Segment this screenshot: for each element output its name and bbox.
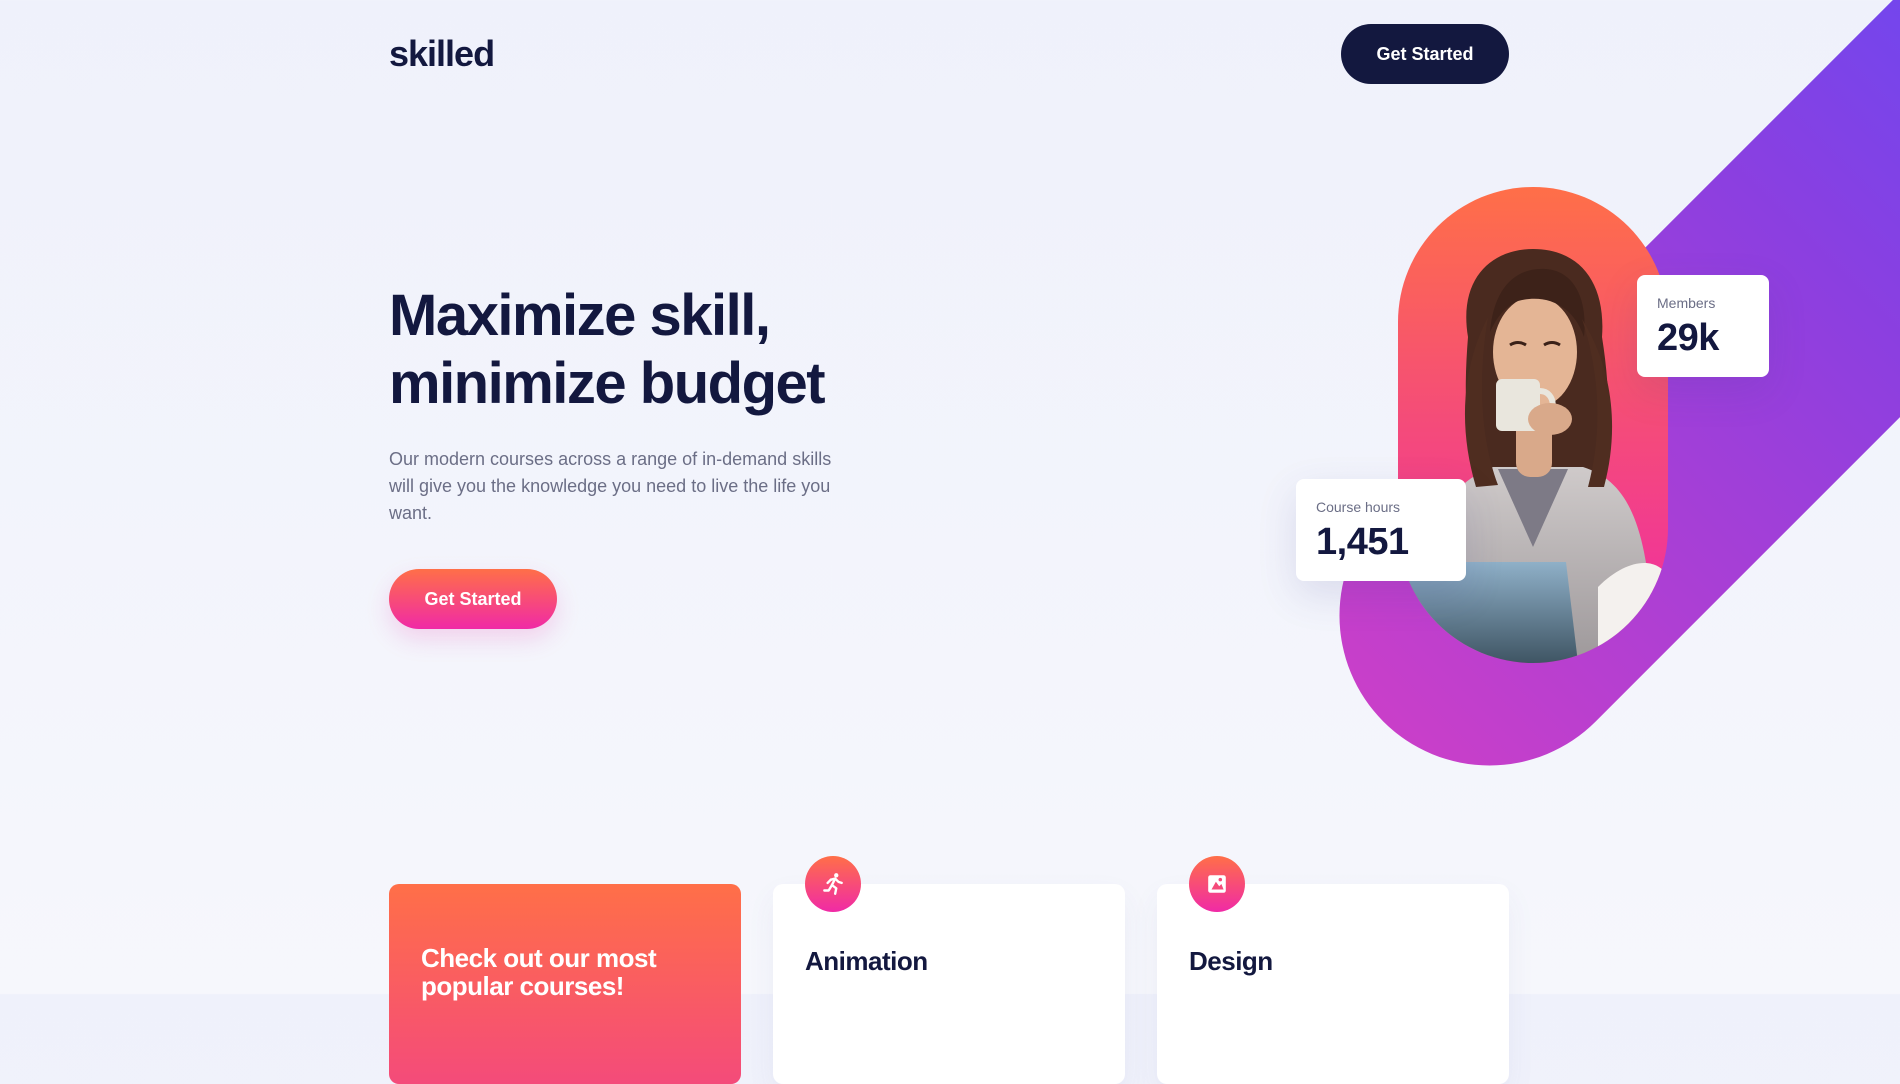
courses-section: Check out our most popular courses! Anim… (389, 856, 1509, 1084)
hero-title: Maximize skill, minimize budget (389, 282, 909, 418)
members-value: 29k (1657, 317, 1719, 359)
members-stat-card: Members 29k (1637, 275, 1769, 377)
hero-title-line-2: minimize budget (389, 351, 826, 416)
members-label: Members (1657, 295, 1716, 311)
woman-drinking-coffee-illustration (1398, 249, 1668, 663)
course-card-design[interactable]: Design (1157, 856, 1509, 1084)
header-get-started-button[interactable]: Get Started (1341, 24, 1509, 84)
course-title-animation: Animation (805, 946, 928, 976)
hero-get-started-button[interactable]: Get Started (389, 569, 557, 629)
hero-photo (1398, 187, 1668, 663)
hero-description: Our modern courses across a range of in-… (389, 449, 832, 523)
course-hours-stat-card: Course hours 1,451 (1296, 479, 1466, 581)
popular-courses-text: Check out our most popular courses! (421, 943, 657, 1001)
course-title-design: Design (1189, 946, 1273, 976)
design-image-icon (1189, 856, 1245, 912)
course-hours-value: 1,451 (1316, 521, 1409, 563)
running-person-icon (805, 856, 861, 912)
course-card-animation[interactable]: Animation (773, 856, 1125, 1084)
hero-title-line-1: Maximize skill, (389, 283, 771, 348)
popular-courses-card: Check out our most popular courses! (389, 884, 741, 1084)
site-header: skilled Get Started (389, 24, 1509, 84)
logo[interactable]: skilled (389, 33, 495, 75)
hero-section: Maximize skill, minimize budget Our mode… (389, 282, 909, 629)
course-hours-label: Course hours (1316, 499, 1401, 515)
